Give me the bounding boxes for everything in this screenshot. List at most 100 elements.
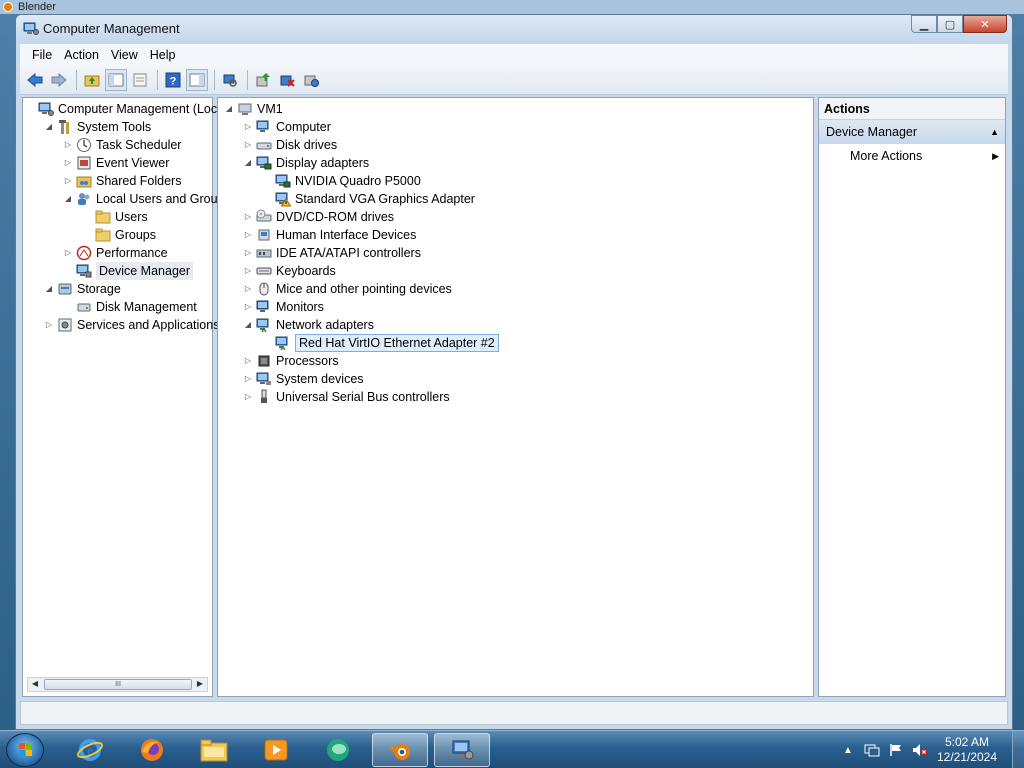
help-icon[interactable]: ? [162,69,184,91]
console-tree-label: Event Viewer [96,156,170,170]
console-tree-item[interactable]: Computer Management (Local [25,100,227,118]
device-tree-item[interactable]: ▷ System devices [243,370,364,388]
device-tree-item[interactable]: ◢ Network adapters [243,316,374,334]
back-icon[interactable] [24,69,46,91]
title-bar[interactable]: Computer Management ▁ ▢ ✕ [16,15,1012,43]
actions-section-device-manager[interactable]: Device Manager ▲ [819,120,1005,144]
show-action-pane-icon[interactable] [186,69,208,91]
collapse-arrow-icon[interactable]: ◢ [44,118,54,136]
console-tree-item[interactable]: ▷ Services and Applications [44,316,220,334]
media-player-icon[interactable] [248,733,304,767]
performance-icon [76,245,92,261]
expand-arrow-icon[interactable]: ▷ [63,136,73,154]
device-tree-item[interactable]: ▷ IDE ATA/ATAPI controllers [243,244,421,262]
menu-help[interactable]: Help [146,48,184,62]
close-button[interactable]: ✕ [963,15,1007,33]
background-window-title[interactable]: Blender [0,0,1024,14]
device-tree-item[interactable]: ◢ VM1 [224,100,283,118]
console-tree-item[interactable]: ▷ Task Scheduler [63,136,181,154]
device-tree-label: Computer [276,120,331,134]
computer-management-app-icon[interactable] [434,733,490,767]
console-tree-item[interactable]: Users [82,208,148,226]
device-tree-item[interactable]: NVIDIA Quadro P5000 [262,172,421,190]
device-tree-label: Mice and other pointing devices [276,282,452,296]
expand-arrow-icon[interactable]: ▷ [63,172,73,190]
toolbar: ? [20,66,1008,95]
expand-arrow-icon[interactable]: ▷ [243,208,253,226]
console-tree-item[interactable]: Device Manager [63,262,194,280]
enable-device-icon[interactable] [300,69,322,91]
device-tree-item[interactable]: ▷ Mice and other pointing devices [243,280,452,298]
console-tree-item[interactable]: ◢ System Tools [44,118,151,136]
internet-explorer-icon[interactable]: e [62,733,118,767]
firefox-icon[interactable] [124,733,180,767]
show-hide-console-tree-icon[interactable] [105,69,127,91]
collapse-arrow-icon[interactable]: ◢ [44,280,54,298]
more-actions-item[interactable]: More Actions ▶ [819,144,1005,168]
show-hidden-icons-button[interactable]: ▲ [840,742,856,758]
collapse-arrow-icon[interactable]: ◢ [243,154,253,172]
menu-file[interactable]: File [28,48,60,62]
up-folder-icon[interactable] [81,69,103,91]
expand-arrow-icon[interactable]: ▷ [243,352,253,370]
horizontal-scrollbar[interactable]: ◀ III ▶ [27,677,208,692]
device-tree-item[interactable]: Standard VGA Graphics Adapter [262,190,475,208]
collapse-caret-icon[interactable]: ▲ [990,120,999,144]
device-tree-item[interactable]: ▷ Computer [243,118,331,136]
volume-muted-icon[interactable] [912,742,928,758]
console-tree-item[interactable]: ▷ Shared Folders [63,172,182,190]
expand-arrow-icon[interactable]: ▷ [243,370,253,388]
console-tree-item[interactable]: Groups [82,226,156,244]
expand-arrow-icon[interactable]: ▷ [243,280,253,298]
expand-arrow-icon[interactable]: ▷ [44,316,54,334]
flag-icon[interactable] [888,742,904,758]
console-tree-item[interactable]: ◢ Local Users and Groups [63,190,231,208]
menu-view[interactable]: View [107,48,146,62]
device-tree-item[interactable]: ▷ Disk drives [243,136,337,154]
device-tree-item[interactable]: ▷ Human Interface Devices [243,226,416,244]
scan-hardware-icon[interactable] [219,69,241,91]
console-tree-item[interactable]: Disk Management [63,298,197,316]
collapse-arrow-icon[interactable]: ◢ [224,100,234,118]
menu-action[interactable]: Action [60,48,107,62]
dvd-drive-icon [256,209,272,225]
device-tree-item[interactable]: Red Hat VirtIO Ethernet Adapter #2 [262,334,499,352]
expand-arrow-icon[interactable]: ▷ [243,262,253,280]
forward-icon[interactable] [48,69,70,91]
device-tree-item[interactable]: ◢ Display adapters [243,154,369,172]
expand-arrow-icon[interactable]: ▷ [243,226,253,244]
expand-arrow-icon[interactable]: ▷ [63,244,73,262]
console-tree-item[interactable]: ▷ Event Viewer [63,154,170,172]
expand-arrow-icon[interactable]: ▷ [243,136,253,154]
device-tree-item[interactable]: ▷ Keyboards [243,262,336,280]
properties-icon[interactable] [129,69,151,91]
expand-arrow-icon[interactable]: ▷ [243,244,253,262]
chat-app-icon[interactable] [310,733,366,767]
expand-arrow-icon[interactable]: ▷ [243,388,253,406]
clock[interactable]: 5:02 AM 12/21/2024 [932,735,1002,765]
device-tree-item[interactable]: ▷ DVD/CD-ROM drives [243,208,394,226]
device-tree-item[interactable]: ▷ Universal Serial Bus controllers [243,388,450,406]
blender-icon[interactable] [372,733,428,767]
file-explorer-icon[interactable] [186,733,242,767]
start-button[interactable] [6,733,44,767]
scrollbar-thumb[interactable]: III [44,679,192,690]
device-tree-label: Processors [276,354,339,368]
minimize-button[interactable]: ▁ [911,15,937,33]
device-tree-item[interactable]: ▷ Monitors [243,298,324,316]
scroll-left-icon[interactable]: ◀ [29,679,41,688]
collapse-arrow-icon[interactable]: ◢ [243,316,253,334]
collapse-arrow-icon[interactable]: ◢ [63,190,73,208]
action-center-icon[interactable] [864,742,880,758]
uninstall-device-icon[interactable] [276,69,298,91]
device-tree-item[interactable]: ▷ Processors [243,352,339,370]
expand-arrow-icon[interactable]: ▷ [243,298,253,316]
maximize-button[interactable]: ▢ [937,15,963,33]
expand-arrow-icon[interactable]: ▷ [63,154,73,172]
console-tree-item[interactable]: ◢ Storage [44,280,121,298]
show-desktop-button[interactable] [1012,731,1024,768]
scroll-right-icon[interactable]: ▶ [194,679,206,688]
expand-arrow-icon[interactable]: ▷ [243,118,253,136]
update-driver-icon[interactable] [252,69,274,91]
console-tree-item[interactable]: ▷ Performance [63,244,168,262]
